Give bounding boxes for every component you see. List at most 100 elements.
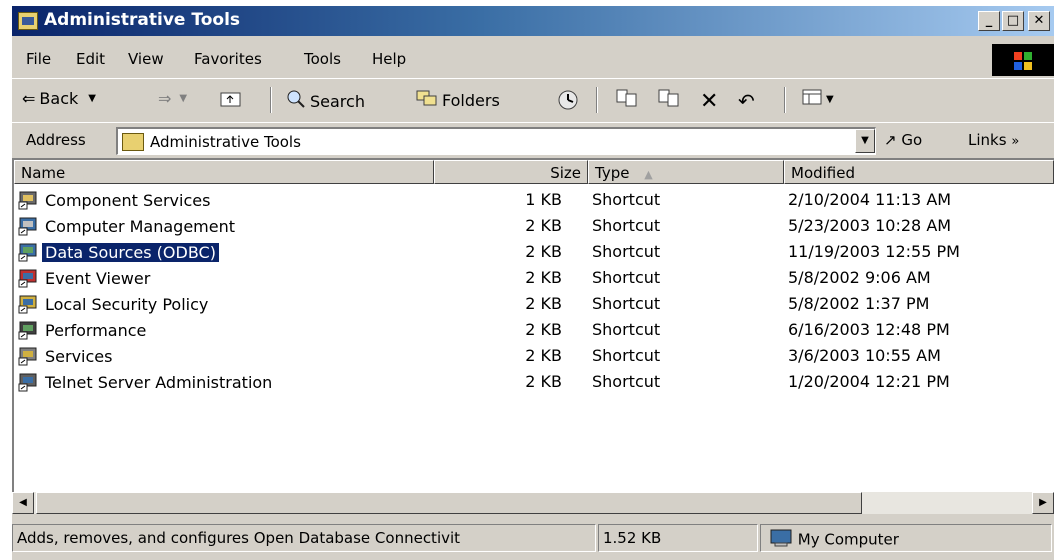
folders-button[interactable]: Folders — [416, 89, 500, 111]
row-name-cell[interactable]: Performance — [18, 320, 149, 340]
forward-dropdown-icon[interactable]: ▼ — [179, 93, 187, 104]
status-bar: Adds, removes, and configures Open Datab… — [12, 520, 1054, 554]
event-viewer-icon — [18, 268, 40, 288]
row-size: 2 KB — [525, 294, 562, 313]
forward-arrow-icon: ⇒ — [158, 89, 172, 108]
row-type: Shortcut — [592, 242, 661, 261]
close-button[interactable]: ✕ — [1028, 11, 1050, 31]
move-to-button[interactable] — [616, 89, 638, 111]
row-type: Shortcut — [592, 346, 661, 365]
row-modified: 2/10/2004 11:13 AM — [788, 190, 952, 209]
links-button[interactable]: Links » — [968, 131, 1019, 149]
row-name-cell[interactable]: Computer Management — [18, 216, 238, 236]
explorer-window: Administrative Tools _ □ ✕ File Edit Vie… — [12, 6, 1054, 560]
row-name-cell[interactable]: Event Viewer — [18, 268, 153, 288]
status-zone: My Computer — [760, 524, 1052, 552]
undo-button[interactable]: ↶ — [738, 89, 755, 113]
address-value: Administrative Tools — [150, 133, 301, 151]
links-label: Links — [968, 131, 1007, 149]
search-button[interactable]: Search — [286, 89, 365, 113]
row-name-cell[interactable]: Local Security Policy — [18, 294, 211, 314]
address-dropdown-button[interactable]: ▼ — [855, 129, 875, 153]
menu-tools[interactable]: Tools — [304, 50, 341, 68]
row-modified: 3/6/2003 10:55 AM — [788, 346, 941, 365]
column-header-size[interactable]: Size — [434, 160, 588, 184]
history-button[interactable] — [556, 89, 580, 115]
menu-edit[interactable]: Edit — [76, 50, 105, 68]
table-row[interactable]: Telnet Server Administration 2 KB Shortcut… — [14, 370, 1054, 396]
table-row[interactable]: Local Security Policy 2 KB Shortcut 5/8/200… — [14, 292, 1054, 318]
back-button[interactable]: ⇐ Back ▼ — [22, 89, 96, 108]
row-type: Shortcut — [592, 372, 661, 391]
security-policy-icon — [18, 294, 40, 314]
go-button[interactable]: ↗ Go — [884, 131, 922, 149]
menu-favorites[interactable]: Favorites — [194, 50, 262, 68]
move-to-icon — [616, 89, 638, 111]
row-modified: 5/23/2003 10:28 AM — [788, 216, 952, 235]
search-icon — [286, 89, 306, 113]
column-header-type-label: Type — [595, 164, 630, 182]
status-size: 1.52 KB — [598, 524, 758, 552]
up-folder-button[interactable] — [220, 89, 241, 107]
copy-to-button[interactable] — [658, 89, 680, 111]
back-arrow-icon: ⇐ — [22, 89, 36, 108]
my-computer-icon — [769, 529, 793, 551]
telnet-server-icon — [18, 372, 40, 392]
folder-tools-icon — [18, 12, 38, 30]
row-name-cell[interactable]: Data Sources (ODBC) — [18, 241, 220, 263]
row-name-cell[interactable]: Services — [18, 346, 115, 366]
table-row[interactable]: Component Services 1 KB Shortcut 2/10/2004 … — [14, 188, 1054, 214]
go-arrow-icon: ↗ — [884, 131, 897, 149]
table-row[interactable]: Performance 2 KB Shortcut 6/16/2003 12:48 P… — [14, 318, 1054, 344]
row-modified: 1/20/2004 12:21 PM — [788, 372, 950, 391]
up-folder-icon — [220, 89, 241, 107]
address-label: Address — [26, 131, 86, 149]
row-modified: 6/16/2003 12:48 PM — [788, 320, 950, 339]
folder-tools-icon — [122, 133, 144, 151]
file-list[interactable]: Name Size Type ▲ Modified Component Serv… — [12, 158, 1054, 494]
row-name: Event Viewer — [45, 268, 151, 288]
horizontal-scrollbar[interactable]: ◀ ▶ — [12, 492, 1054, 514]
sort-ascending-icon: ▲ — [644, 168, 653, 181]
back-label: Back — [39, 89, 79, 108]
table-row[interactable]: Data Sources (ODBC) 2 KB Shortcut 11/19/200… — [14, 240, 1054, 266]
scroll-left-button[interactable]: ◀ — [12, 492, 34, 514]
data-sources-icon — [18, 242, 40, 262]
table-row[interactable]: Services 2 KB Shortcut 3/6/2003 10:55 AM — [14, 344, 1054, 370]
address-input[interactable]: Administrative Tools ▼ — [116, 127, 876, 155]
row-type: Shortcut — [592, 320, 661, 339]
scroll-right-button[interactable]: ▶ — [1032, 492, 1054, 514]
history-icon — [556, 89, 580, 115]
forward-button[interactable]: ⇒ ▼ — [158, 89, 187, 108]
row-name-cell[interactable]: Telnet Server Administration — [18, 372, 275, 392]
row-type: Shortcut — [592, 268, 661, 287]
maximize-button[interactable]: □ — [1002, 11, 1024, 31]
views-dropdown-icon[interactable]: ▼ — [826, 94, 834, 105]
toolbar-separator — [596, 87, 598, 113]
back-dropdown-icon[interactable]: ▼ — [88, 93, 96, 104]
column-header-name[interactable]: Name — [14, 160, 434, 184]
table-row[interactable]: Computer Management 2 KB Shortcut 5/23/2003… — [14, 214, 1054, 240]
column-header-type[interactable]: Type ▲ — [588, 160, 784, 184]
minimize-button[interactable]: _ — [978, 11, 1000, 31]
row-modified: 5/8/2002 1:37 PM — [788, 294, 930, 313]
menu-file[interactable]: File — [26, 50, 51, 68]
views-button[interactable]: ▼ — [802, 89, 834, 109]
row-name: Computer Management — [45, 216, 236, 236]
column-header-modified[interactable]: Modified — [784, 160, 1054, 184]
delete-button[interactable]: ✕ — [700, 89, 718, 114]
scroll-thumb[interactable] — [36, 492, 862, 514]
menu-help[interactable]: Help — [372, 50, 406, 68]
row-type: Shortcut — [592, 190, 661, 209]
menu-view[interactable]: View — [128, 50, 164, 68]
title-bar[interactable]: Administrative Tools _ □ ✕ — [12, 6, 1054, 36]
copy-to-icon — [658, 89, 680, 111]
row-modified: 11/19/2003 12:55 PM — [788, 242, 960, 261]
search-label: Search — [310, 91, 365, 111]
row-name-cell[interactable]: Component Services — [18, 190, 213, 210]
table-row[interactable]: Event Viewer 2 KB Shortcut 5/8/2002 9:06 AM — [14, 266, 1054, 292]
row-size: 2 KB — [525, 268, 562, 287]
menu-bar: File Edit View Favorites Tools Help — [12, 44, 1054, 76]
row-modified: 5/8/2002 9:06 AM — [788, 268, 931, 287]
folders-icon — [416, 89, 438, 111]
